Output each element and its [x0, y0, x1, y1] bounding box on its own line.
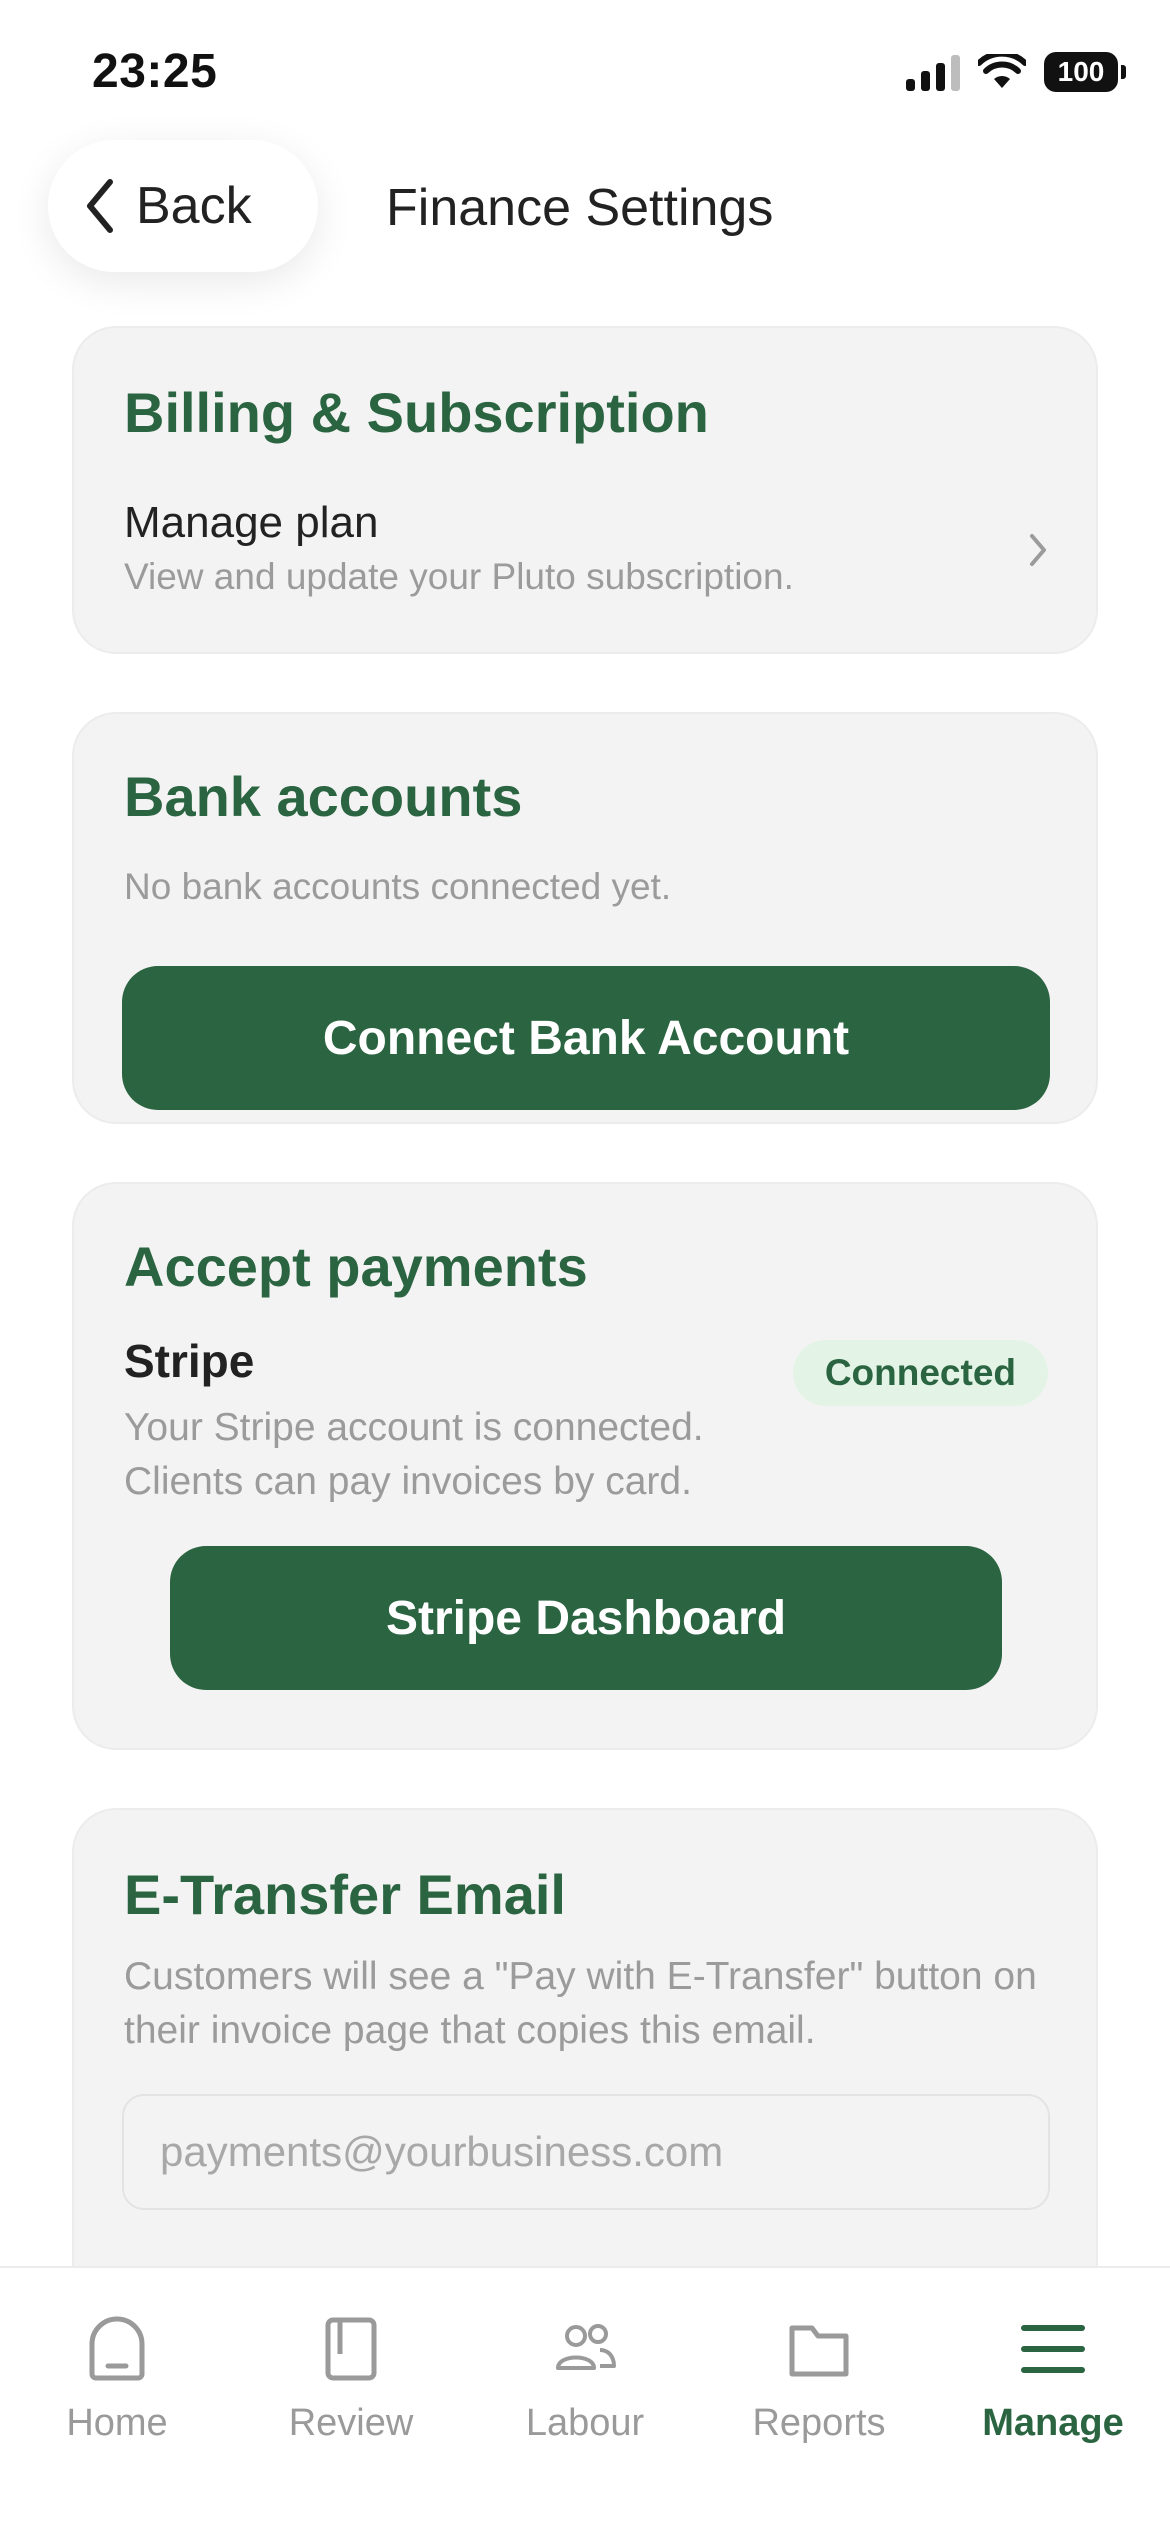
accept-payments-title: Accept payments: [124, 1235, 588, 1298]
stripe-dashboard-button[interactable]: Stripe Dashboard: [170, 1546, 1002, 1690]
stripe-description-line2: Clients can pay invoices by card.: [124, 1460, 692, 1503]
signal-icon: [906, 53, 960, 91]
page-title: Finance Settings: [386, 179, 774, 237]
tab-label: Labour: [525, 2402, 645, 2444]
folder-icon: [789, 2325, 849, 2377]
bank-accounts-card: Bank accounts No bank accounts connected…: [72, 712, 1098, 1124]
tab-label: Manage: [982, 2402, 1124, 2444]
tab-labour[interactable]: Labour: [468, 2268, 702, 2468]
chevron-left-icon: [87, 179, 113, 233]
document-icon: [325, 2317, 377, 2381]
stripe-title: Stripe: [124, 1335, 255, 1387]
tab-label: Home: [66, 2402, 168, 2444]
back-label: Back: [136, 177, 252, 235]
tab-review[interactable]: Review: [234, 2268, 468, 2468]
menu-icon: [1021, 2325, 1085, 2373]
manage-plan-subtitle: View and update your Pluto subscription.: [124, 556, 794, 597]
accept-payments-card: Accept payments Stripe Connected Your St…: [72, 1182, 1098, 1750]
tab-manage[interactable]: Manage: [936, 2268, 1170, 2468]
tab-label: Reports: [752, 2402, 886, 2444]
home-icon: [89, 2316, 145, 2381]
tab-bar: Home Review Labour Reports Manage: [0, 2266, 1170, 2532]
wifi-icon: [978, 54, 1026, 88]
status-time: 23:25: [92, 45, 218, 98]
tab-reports[interactable]: Reports: [702, 2268, 936, 2468]
stripe-description-line1: Your Stripe account is connected.: [124, 1406, 704, 1449]
bank-accounts-title: Bank accounts: [124, 765, 523, 828]
status-bar: 23:25 100: [0, 0, 1170, 140]
tab-home[interactable]: Home: [0, 2268, 234, 2468]
tab-label: Review: [288, 2402, 414, 2444]
status-icons: 100: [906, 52, 1126, 92]
connect-bank-account-button[interactable]: Connect Bank Account: [122, 966, 1050, 1110]
chevron-right-icon: [1030, 534, 1046, 566]
manage-plan-title: Manage plan: [124, 498, 379, 547]
people-icon: [556, 2324, 616, 2370]
billing-title: Billing & Subscription: [124, 381, 709, 444]
back-button[interactable]: Back: [48, 140, 318, 272]
billing-card: Billing & Subscription Manage plan View …: [72, 326, 1098, 654]
etransfer-title: E-Transfer Email: [124, 1863, 566, 1926]
status-badge: Connected: [792, 1340, 1048, 1406]
etransfer-description: Customers will see a "Pay with E-Transfe…: [124, 1955, 1037, 2052]
battery-icon: 100: [1044, 52, 1126, 92]
finance-settings-screen: 23:25 100 Back Finance Settings Billing …: [0, 0, 1170, 2532]
bank-empty-text: No bank accounts connected yet.: [124, 866, 672, 907]
etransfer-email-input[interactable]: [122, 2094, 1050, 2210]
manage-plan-row[interactable]: Manage plan View and update your Pluto s…: [74, 498, 1100, 618]
